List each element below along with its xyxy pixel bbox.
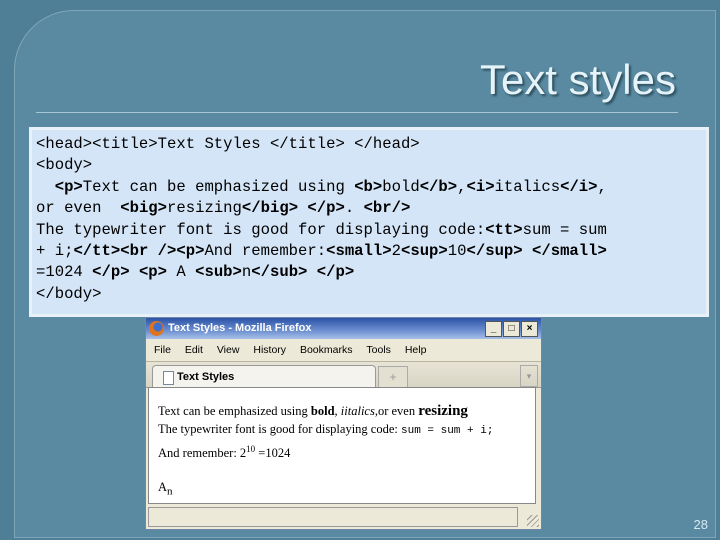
tab-list-button[interactable]: ▾ xyxy=(520,365,538,387)
code-text: A xyxy=(167,263,196,282)
menu-bookmarks[interactable]: Bookmarks xyxy=(300,344,353,356)
code-tag: <br/> xyxy=(363,199,411,218)
code-tag: </tt><br /> xyxy=(73,242,177,261)
menu-tools[interactable]: Tools xyxy=(366,344,391,356)
code-text: or even xyxy=(36,199,121,218)
code-tag: <p> xyxy=(176,242,205,261)
code-block: <head><title>Text Styles </title> </head… xyxy=(29,127,709,317)
tab-bar: Text Styles + ▾ xyxy=(146,362,541,388)
code-text: . xyxy=(344,199,364,218)
typewriter-text: sum = sum + i; xyxy=(401,425,494,437)
code-tag: </b> xyxy=(419,177,458,196)
tab-text-styles[interactable]: Text Styles xyxy=(152,365,376,387)
menu-file[interactable]: File xyxy=(154,344,171,356)
tab-label: Text Styles xyxy=(177,371,235,383)
firefox-icon xyxy=(149,321,164,336)
code-tag: <i> xyxy=(466,177,495,196)
content-line-3: And remember: 210 =1024 xyxy=(158,440,535,462)
code-text: sum = sum xyxy=(522,220,607,239)
code-text: </body> xyxy=(36,284,102,303)
italic-text: iitalics xyxy=(340,404,375,418)
code-tag: </big> xyxy=(241,199,299,218)
content-line-4: An xyxy=(158,478,535,501)
title-bar: Text Styles - Mozilla Firefox _ □ × xyxy=(146,318,541,339)
code-tag: </p> xyxy=(307,199,345,218)
content-line-1: Text can be emphasized using bold, iital… xyxy=(158,402,535,420)
menu-edit[interactable]: Edit xyxy=(185,344,203,356)
menu-view[interactable]: View xyxy=(217,344,240,356)
code-tag: <big> xyxy=(120,199,168,218)
code-text: bold xyxy=(382,177,420,196)
code-text: n xyxy=(241,263,252,282)
document-icon xyxy=(163,371,174,385)
code-text: <head><title>Text Styles </title> </head… xyxy=(36,135,420,153)
code-text: =1024 xyxy=(36,263,93,282)
text: ,or even xyxy=(374,404,419,418)
status-bar xyxy=(148,507,518,527)
resize-grip-icon[interactable] xyxy=(527,515,539,527)
code-text: 10 xyxy=(447,242,467,261)
code-line: + i;</tt><br /><p>And remember:<small>2<… xyxy=(36,241,702,262)
browser-window: Text Styles - Mozilla Firefox _ □ × File… xyxy=(145,317,542,530)
big-text: resizing xyxy=(418,403,468,419)
text: Text can be emphasized using xyxy=(158,404,311,418)
menu-history[interactable]: History xyxy=(253,344,286,356)
code-tag: <sup> xyxy=(400,242,448,261)
text: A xyxy=(158,480,168,495)
minimize-button[interactable]: _ xyxy=(485,321,502,337)
code-text: , xyxy=(457,177,467,196)
code-text: The typewriter font is good for displayi… xyxy=(36,220,486,239)
code-text: <body> xyxy=(36,156,93,175)
new-tab-button[interactable]: + xyxy=(378,366,408,388)
code-text: Text can be emphasized using xyxy=(82,177,355,196)
superscript: 10 xyxy=(246,444,256,454)
code-text: + i; xyxy=(36,242,74,261)
title-divider xyxy=(36,112,678,113)
code-line: <body> xyxy=(36,155,702,176)
code-line: The typewriter font is good for displayi… xyxy=(36,220,702,241)
code-line: </body> xyxy=(36,284,702,305)
code-line: =1024 </p> <p> A <sub>n</sub> </p> xyxy=(36,262,702,283)
code-tag: </sup> </small> xyxy=(466,242,607,261)
code-text: , xyxy=(597,177,607,196)
code-text: italics xyxy=(494,177,561,196)
code-tag: <tt> xyxy=(485,220,523,239)
code-line: <p>Text can be emphasized using <b>bold<… xyxy=(36,177,702,198)
maximize-button[interactable]: □ xyxy=(503,321,520,337)
code-tag: <b> xyxy=(354,177,383,196)
window-title: Text Styles - Mozilla Firefox xyxy=(168,322,312,334)
menu-bar: File Edit View History Bookmarks Tools H… xyxy=(146,339,541,362)
subscript: n xyxy=(167,485,173,498)
code-text: resizing xyxy=(167,199,242,218)
text: The typewriter font is good for displayi… xyxy=(158,422,401,436)
content-line-2: The typewriter font is good for displayi… xyxy=(158,420,535,440)
code-line: or even <big>resizing</big> </p>. <br/> xyxy=(36,198,702,219)
code-tag: </p> <p> xyxy=(92,263,168,282)
text: And remember: 2 xyxy=(158,446,247,461)
slide-title: Text styles xyxy=(479,56,676,103)
menu-help[interactable]: Help xyxy=(405,344,427,356)
code-tag: </sub> </p> xyxy=(251,263,355,282)
page-number: 28 xyxy=(693,517,708,532)
code-tag: <small> xyxy=(326,242,392,261)
text: =1024 xyxy=(255,446,291,461)
code-line: <head><title>Text Styles </title> </head… xyxy=(36,134,702,155)
code-text: 2 xyxy=(391,242,401,261)
code-text: And remember: xyxy=(204,242,327,261)
code-tag: <p> xyxy=(54,177,83,196)
page-content: Text can be emphasized using bold, iital… xyxy=(148,387,536,504)
code-tag: <sub> xyxy=(195,263,242,282)
code-tag: </i> xyxy=(560,177,598,196)
close-button[interactable]: × xyxy=(521,321,538,337)
bold-text: bold xyxy=(310,404,335,418)
